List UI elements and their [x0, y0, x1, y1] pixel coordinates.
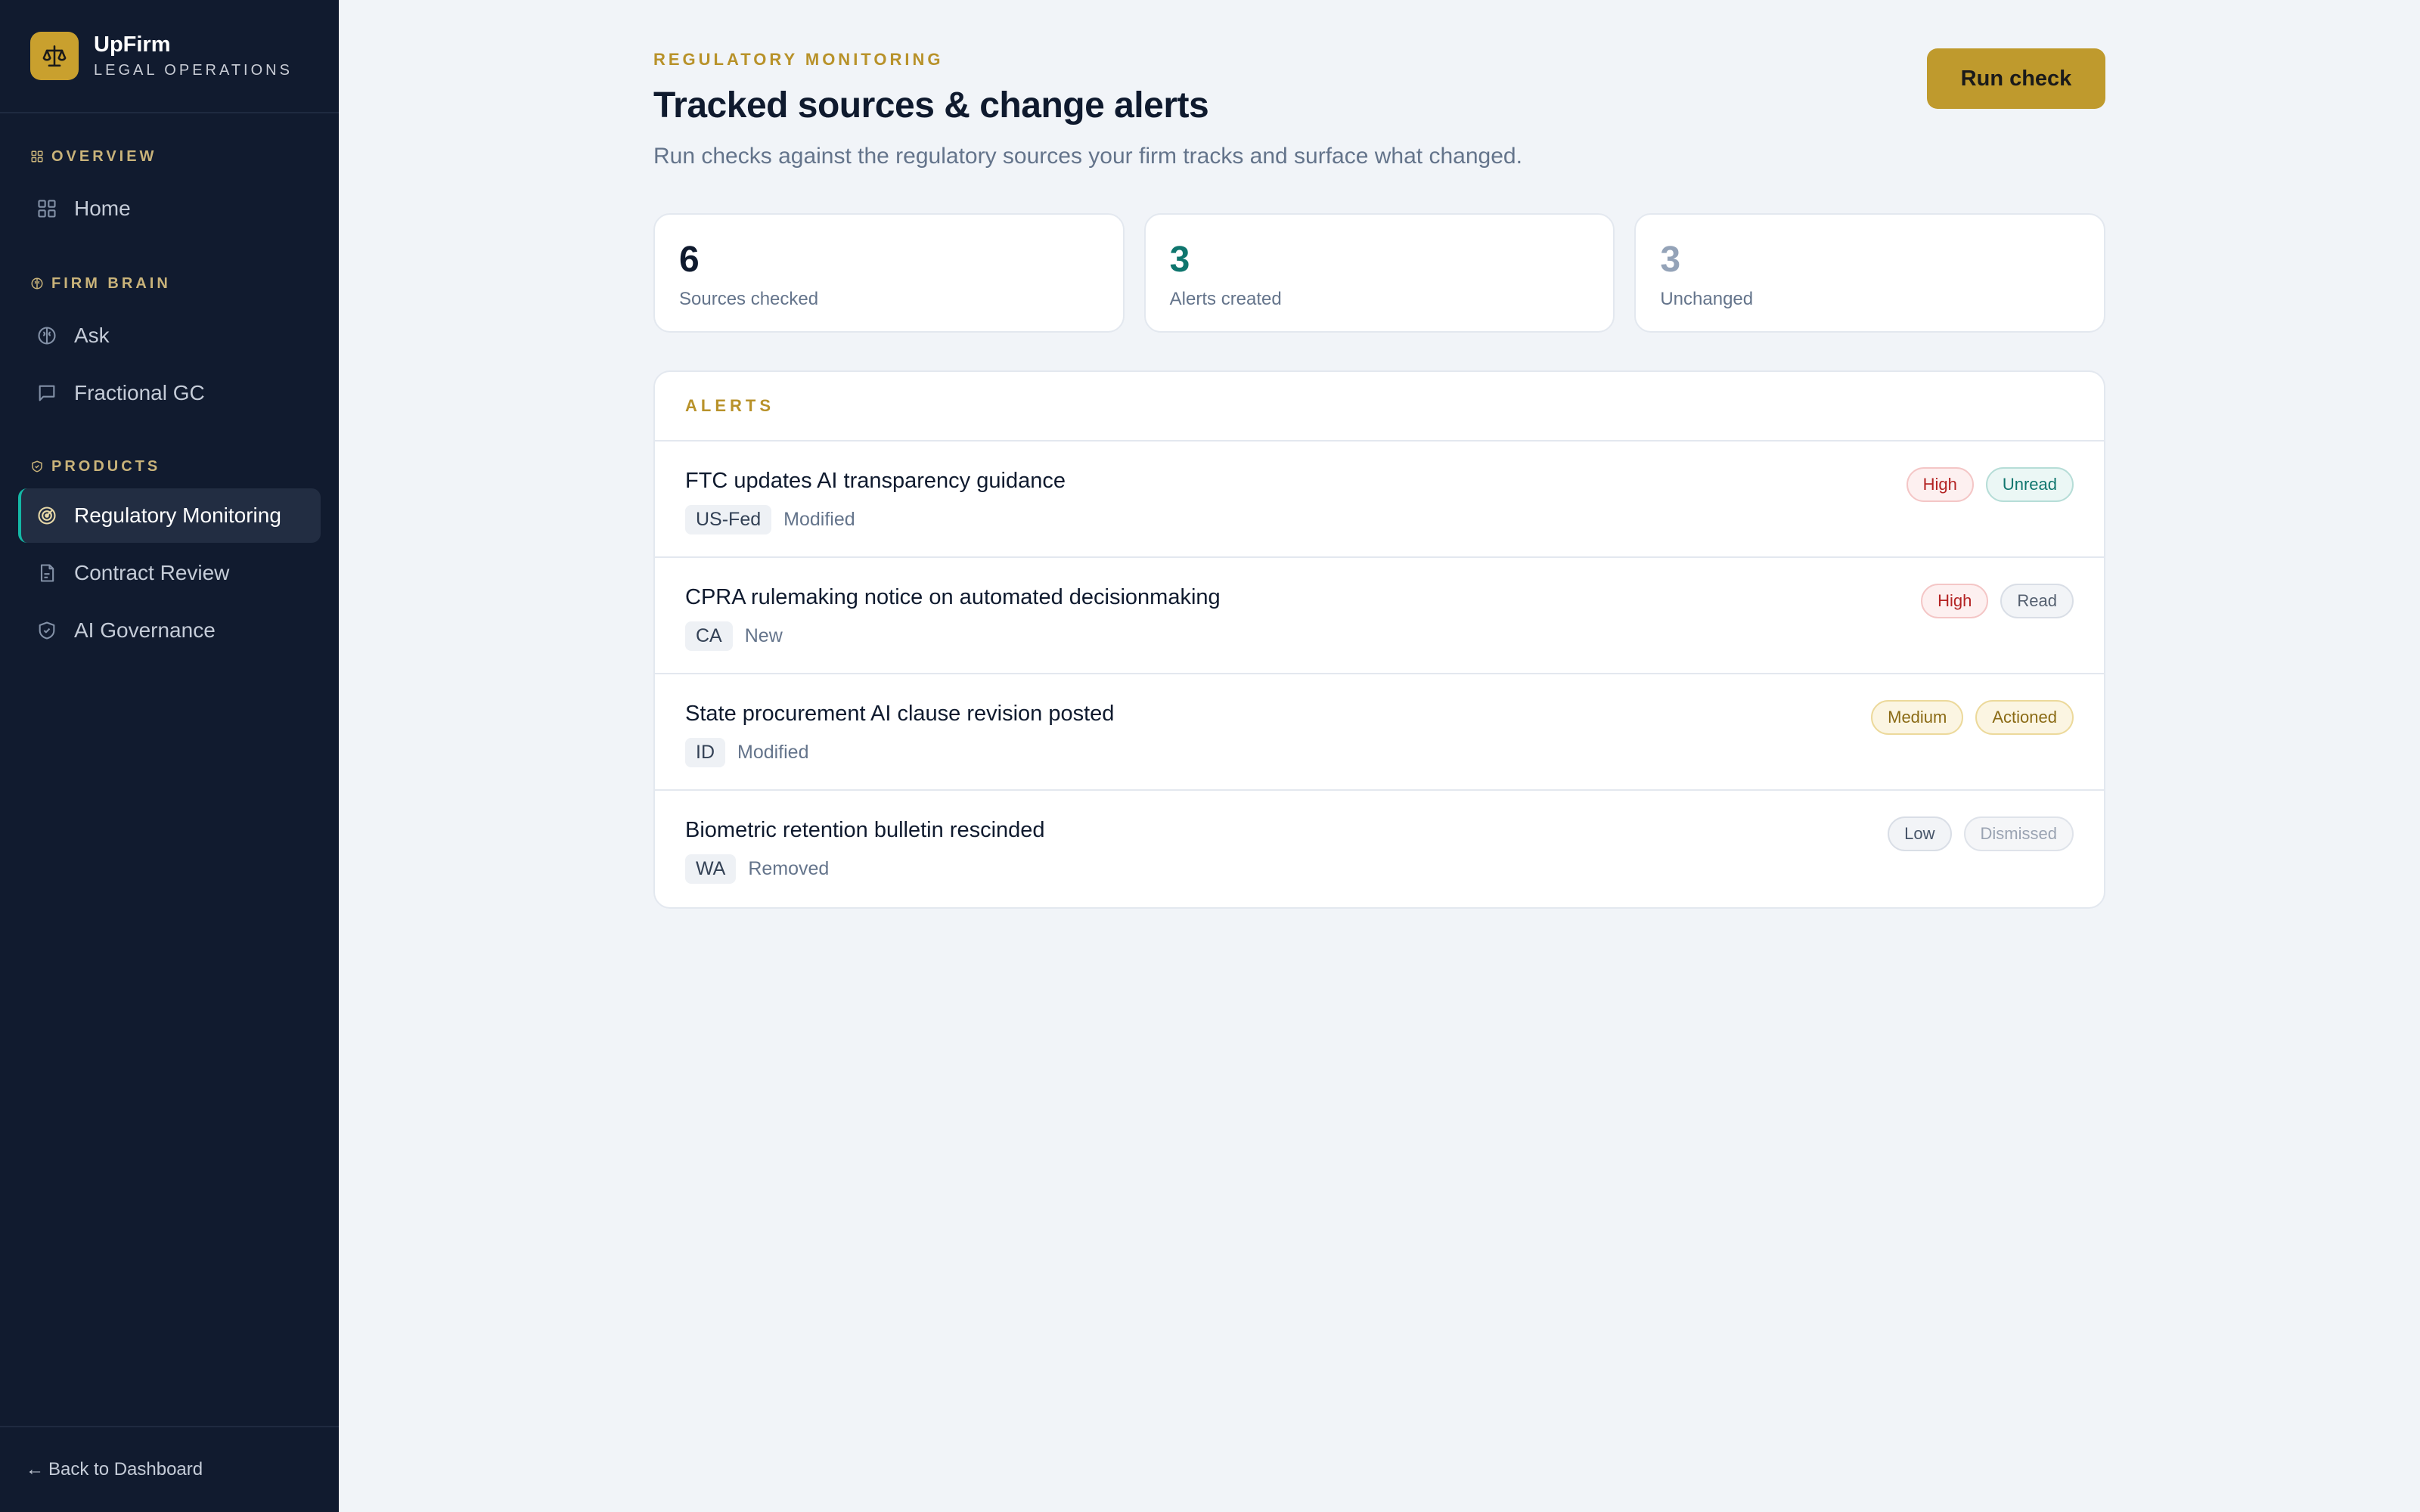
page-description: Run checks against the regulatory source…	[653, 144, 1522, 169]
nav-section-firm-brain: FIRM BRAIN Ask Fractional GC	[0, 272, 339, 420]
alerts-header: ALERTS	[655, 372, 2104, 442]
jurisdiction-tag: ID	[685, 738, 725, 767]
alert-meta: US-Fed Modified	[685, 505, 855, 534]
scales-icon	[30, 32, 79, 80]
severity-badge: Medium	[1871, 700, 1964, 735]
sidebar-item-contract-review[interactable]: Contract Review	[18, 546, 321, 600]
alert-row[interactable]: Biometric retention bulletin rescinded W…	[655, 791, 2104, 907]
run-check-button[interactable]: Run check	[1927, 48, 2105, 109]
alerts-panel: ALERTS FTC updates AI transparency guida…	[653, 370, 2105, 909]
grid-icon	[38, 200, 56, 218]
alert-row[interactable]: CPRA rulemaking notice on automated deci…	[655, 558, 2104, 674]
stat-card-alerts-created: 3 Alerts created	[1143, 213, 1615, 333]
severity-badge: Low	[1888, 816, 1952, 851]
stat-label: Sources checked	[679, 289, 819, 309]
sidebar-item-label: AI Governance	[74, 618, 216, 642]
alert-row[interactable]: FTC updates AI transparency guidance US-…	[655, 442, 2104, 558]
brand-name: UpFirm	[94, 33, 171, 57]
sidebar-item-label: Ask	[74, 324, 110, 347]
alert-meta: ID Modified	[685, 738, 809, 767]
stats-row: 6 Sources checked 3 Alerts created 3 Unc…	[653, 213, 2106, 333]
shield-check-icon	[39, 621, 55, 640]
section-label: OVERVIEW	[51, 147, 157, 165]
section-header-overview: OVERVIEW	[18, 145, 321, 168]
brand-subtitle: LEGAL OPERATIONS	[94, 62, 293, 79]
section-header-firm-brain: FIRM BRAIN	[18, 272, 321, 295]
section-label: FIRM BRAIN	[51, 274, 171, 292]
stat-value: 3	[1169, 240, 1190, 280]
change-type: New	[744, 625, 783, 646]
alert-badges: Medium Actioned	[1871, 700, 2074, 735]
alert-title: State procurement AI clause revision pos…	[685, 702, 1115, 726]
section-header-products: PRODUCTS	[18, 455, 321, 478]
document-icon	[40, 564, 54, 582]
stat-label: Alerts created	[1169, 289, 1282, 309]
alert-badges: High Unread	[1906, 467, 2074, 502]
sidebar-item-ask[interactable]: Ask	[18, 308, 321, 363]
arrow-left-icon: ←	[26, 1459, 44, 1479]
grid-small-icon	[31, 150, 43, 163]
sidebar-item-fractional-gc[interactable]: Fractional GC	[18, 366, 321, 420]
sidebar-item-label: Fractional GC	[74, 381, 205, 404]
jurisdiction-tag: CA	[685, 621, 733, 651]
alert-badges: High Read	[1921, 584, 2074, 618]
nav-section-products: PRODUCTS Regulatory Monitoring Contract …	[0, 455, 339, 658]
stat-value: 6	[679, 240, 700, 280]
page-eyebrow: REGULATORY MONITORING	[653, 50, 944, 69]
stat-value: 3	[1660, 240, 1681, 280]
change-type: Removed	[748, 858, 830, 879]
stat-card-unchanged: 3 Unchanged	[1634, 213, 2106, 333]
brand-header: UpFirm LEGAL OPERATIONS	[0, 0, 339, 113]
alert-title: CPRA rulemaking notice on automated deci…	[685, 585, 1221, 609]
sidebar-item-label: Regulatory Monitoring	[74, 503, 281, 527]
sidebar-item-label: Home	[74, 197, 131, 220]
back-to-dashboard-link[interactable]: ← Back to Dashboard	[0, 1426, 339, 1512]
jurisdiction-tag: WA	[685, 854, 737, 884]
status-badge: Dismissed	[1963, 816, 2074, 851]
sidebar-item-ai-governance[interactable]: AI Governance	[18, 603, 321, 658]
sidebar: UpFirm LEGAL OPERATIONS OVERVIEW Home FI…	[0, 0, 339, 1512]
shield-small-icon	[32, 460, 42, 472]
nav-section-overview: OVERVIEW Home	[0, 145, 339, 236]
alert-badges: Low Dismissed	[1888, 816, 2074, 851]
radar-icon	[38, 507, 56, 525]
alert-row[interactable]: State procurement AI clause revision pos…	[655, 674, 2104, 791]
section-label: PRODUCTS	[51, 457, 161, 475]
change-type: Modified	[737, 742, 809, 763]
stat-card-sources-checked: 6 Sources checked	[653, 213, 1125, 333]
change-type: Modified	[783, 509, 855, 530]
alert-title: Biometric retention bulletin rescinded	[685, 818, 1045, 842]
status-badge: Read	[2000, 584, 2074, 618]
chat-icon	[39, 385, 55, 401]
jurisdiction-tag: US-Fed	[685, 505, 772, 534]
alert-meta: WA Removed	[685, 854, 829, 884]
status-badge: Unread	[1985, 467, 2074, 502]
brain-icon	[38, 327, 56, 345]
status-badge: Actioned	[1975, 700, 2074, 735]
alert-title: FTC updates AI transparency guidance	[685, 469, 1066, 493]
brain-small-icon	[31, 277, 43, 290]
sidebar-item-label: Contract Review	[74, 561, 230, 584]
page-title: Tracked sources & change alerts	[653, 85, 1209, 125]
severity-badge: High	[1906, 467, 1974, 502]
sidebar-item-home[interactable]: Home	[18, 181, 321, 236]
back-link-label: Back to Dashboard	[48, 1459, 203, 1479]
alert-meta: CA New	[685, 621, 783, 651]
sidebar-item-regulatory-monitoring[interactable]: Regulatory Monitoring	[18, 488, 321, 543]
stat-label: Unchanged	[1660, 289, 1754, 309]
severity-badge: High	[1921, 584, 1989, 618]
